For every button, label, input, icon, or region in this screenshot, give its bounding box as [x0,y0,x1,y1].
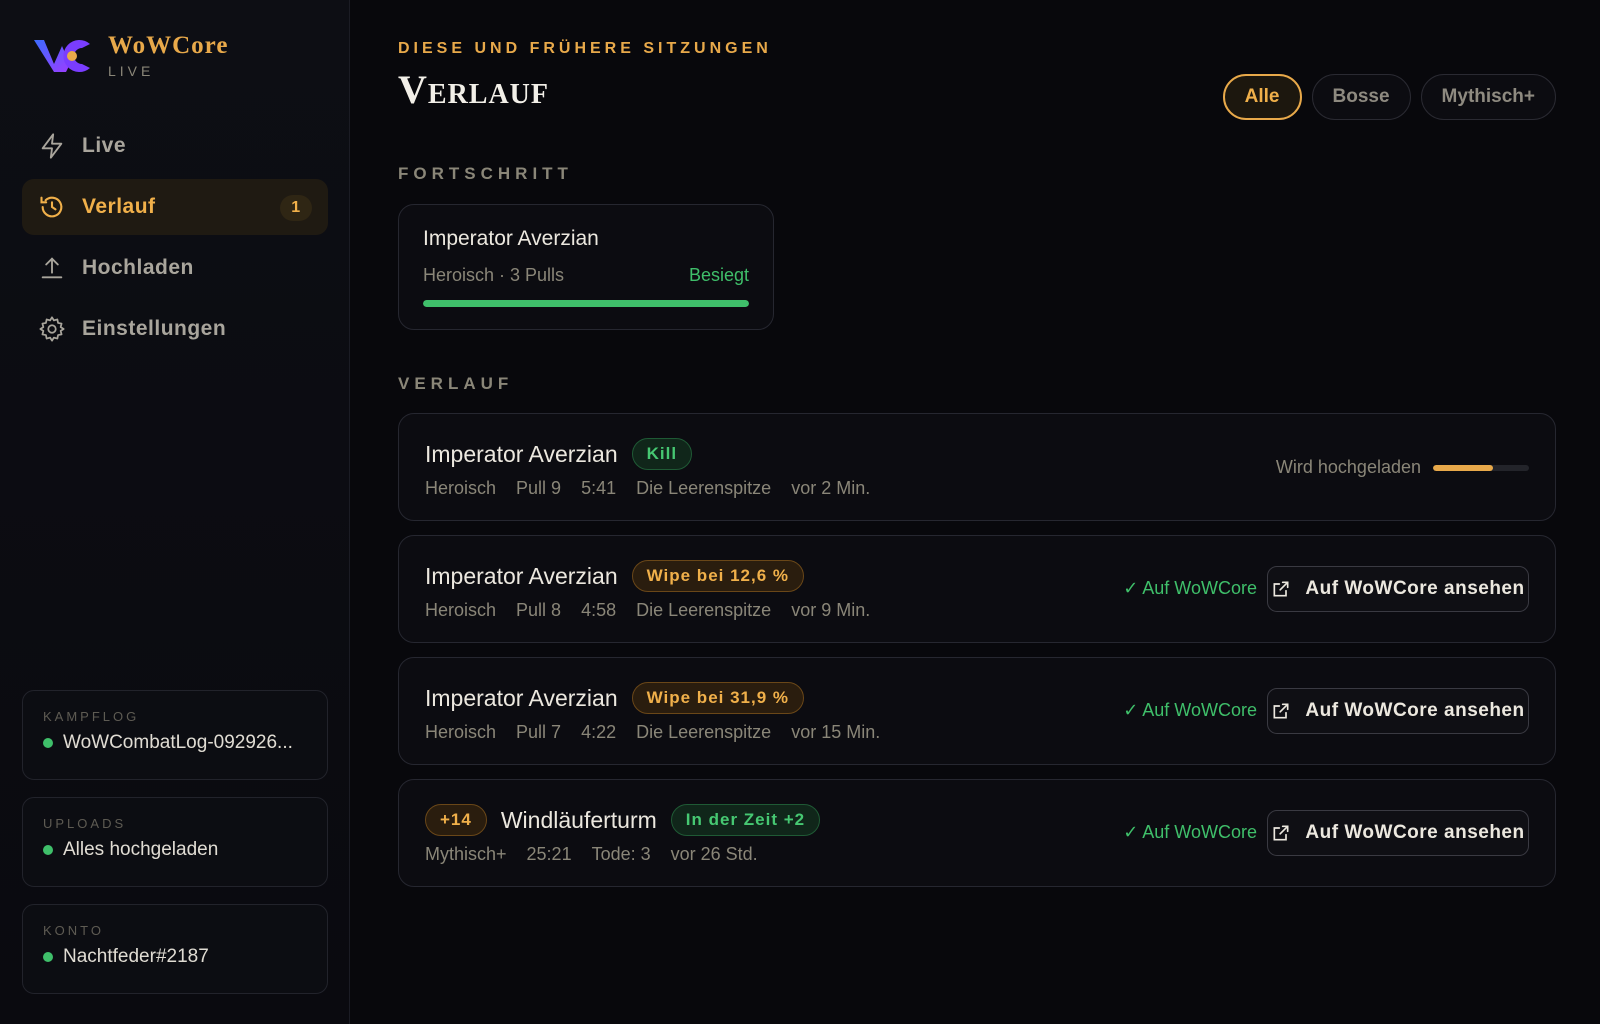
difficulty: Heroisch [425,600,497,620]
page-eyebrow: DIESE UND FRÜHERE SITZUNGEN [398,40,772,57]
uploaded-status: ✓ Auf WoWCore [1123,700,1257,720]
history-row[interactable]: Imperator Averzian Wipe bei 12,6 % Heroi… [398,535,1556,643]
encounter-name: Imperator Averzian [425,684,618,711]
progress-boss-name: Imperator Averzian [423,227,599,250]
duration: 4:58 [581,600,617,620]
combatlog-value: WoWCombatLog-092926... [63,732,293,753]
sidebar-item-label: Hochladen [82,256,194,279]
progress-bar-fill [423,300,749,307]
zone: Die Leerenspitze [636,722,772,742]
result-tag: Wipe bei 31,9 % [631,682,805,714]
sidebar-item-einstellungen[interactable]: Einstellungen [22,301,328,357]
upload-icon [41,257,63,279]
button-label: Auf WoWCore ansehen [1305,700,1525,721]
uploads-label: UPLOADS [43,816,127,831]
account-label: KONTO [43,923,104,938]
brand-subtitle: LIVE [108,63,155,79]
combatlog-card[interactable]: KAMPFLOG WoWCombatLog-092926... [22,690,328,780]
timestamp: vor 15 Min. [791,722,881,742]
upload-progress-bar [1433,464,1529,471]
gear-icon [39,316,65,342]
timestamp: vor 26 Std. [670,844,758,864]
result-tag: In der Zeit +2 [670,804,821,836]
brand[interactable]: WoWCore LIVE [32,32,228,80]
history-row[interactable]: Imperator Averzian Wipe bei 31,9 % Heroi… [398,657,1556,765]
difficulty: Heroisch [425,478,497,498]
progress-card[interactable]: Imperator Averzian Heroisch · 3 Pulls Be… [398,204,774,330]
difficulty: Mythisch+ [425,844,507,864]
history-row[interactable]: Imperator Averzian Kill Heroisch Pull 9 … [398,413,1556,521]
sidebar-item-label: Live [82,134,127,157]
sidebar-item-hochladen[interactable]: Hochladen [22,240,328,296]
uploaded-status: ✓ Auf WoWCore [1123,822,1257,842]
history-icon [40,196,63,218]
view-on-wowcore-button[interactable]: Auf WoWCore ansehen [1267,688,1529,734]
duration: 25:21 [526,844,572,864]
section-progress-label: FORTSCHRITT [398,164,573,183]
deaths: Tode: 3 [591,844,651,864]
timestamp: vor 9 Min. [791,600,871,620]
bolt-icon [41,133,63,159]
result-tag: Wipe bei 12,6 % [631,560,805,592]
row-meta: Heroisch Pull 8 4:58 Die Leerenspitze vo… [425,600,890,621]
account-value: Nachtfeder#2187 [63,946,209,967]
timestamp: vor 2 Min. [791,478,871,498]
encounter-name: Imperator Averzian [425,562,618,589]
sidebar: WoWCore LIVE Live Verlauf 1 Hochladen Ei… [0,0,350,1024]
progress-status: Besiegt [688,265,749,285]
view-on-wowcore-button[interactable]: Auf WoWCore ansehen [1267,566,1529,612]
uploads-card[interactable]: UPLOADS Alles hochgeladen [22,797,328,887]
row-meta: Mythisch+ 25:21 Tode: 3 vor 26 Std. [425,844,778,865]
section-history-label: VERLAUF [398,374,514,393]
pull-number: Pull 9 [516,478,562,498]
pull-number: Pull 7 [516,722,562,742]
sidebar-item-verlauf[interactable]: Verlauf 1 [22,179,328,235]
result-tag: Kill [631,438,693,470]
upload-progress-fill [1433,464,1493,471]
status-dot [43,952,53,962]
zone: Die Leerenspitze [636,600,772,620]
external-link-icon [1273,825,1289,841]
button-label: Auf WoWCore ansehen [1305,578,1525,599]
duration: 4:22 [581,722,617,742]
history-row[interactable]: +14 Windläuferturm In der Zeit +2 Mythis… [398,779,1556,887]
filter-mythic-plus[interactable]: Mythisch+ [1420,74,1556,120]
encounter-name: Imperator Averzian [425,440,618,467]
page-title: Verlauf [398,67,550,112]
count-badge: 1 [280,195,312,221]
combatlog-label: KAMPFLOG [43,709,140,724]
button-label: Auf WoWCore ansehen [1305,822,1525,843]
dungeon-name: Windläuferturm [500,806,657,833]
external-link-icon [1273,581,1289,597]
sidebar-item-live[interactable]: Live [22,118,328,174]
view-on-wowcore-button[interactable]: Auf WoWCore ansehen [1267,810,1529,856]
status-dot [43,738,53,748]
row-meta: Heroisch Pull 7 4:22 Die Leerenspitze vo… [425,722,900,743]
wowcore-logo-icon [34,40,90,72]
upload-status: Wird hochgeladen [1276,457,1529,478]
filter-bosses[interactable]: Bosse [1311,74,1411,120]
uploaded-status: ✓ Auf WoWCore [1123,578,1257,598]
sidebar-item-label: Einstellungen [82,317,227,340]
zone: Die Leerenspitze [636,478,772,498]
external-link-icon [1273,703,1289,719]
upload-status-label: Wird hochgeladen [1275,457,1421,477]
duration: 5:41 [581,478,617,498]
keystone-level-tag: +14 [425,804,487,836]
sidebar-item-label: Verlauf [82,195,156,218]
difficulty: Heroisch [425,722,497,742]
brand-name: WoWCore [108,32,229,59]
status-dot [43,845,53,855]
account-card[interactable]: KONTO Nachtfeder#2187 [22,904,328,994]
sidebar-nav: Live Verlauf 1 Hochladen Einstellungen [22,118,328,362]
pull-number: Pull 8 [516,600,562,620]
row-meta: Heroisch Pull 9 5:41 Die Leerenspitze vo… [425,478,890,499]
uploads-value: Alles hochgeladen [63,839,219,860]
progress-bar [423,300,749,307]
filter-chips: Alle Bosse Mythisch+ [1213,74,1556,120]
filter-all[interactable]: Alle [1222,74,1302,120]
progress-meta: Heroisch · 3 Pulls [423,265,565,285]
